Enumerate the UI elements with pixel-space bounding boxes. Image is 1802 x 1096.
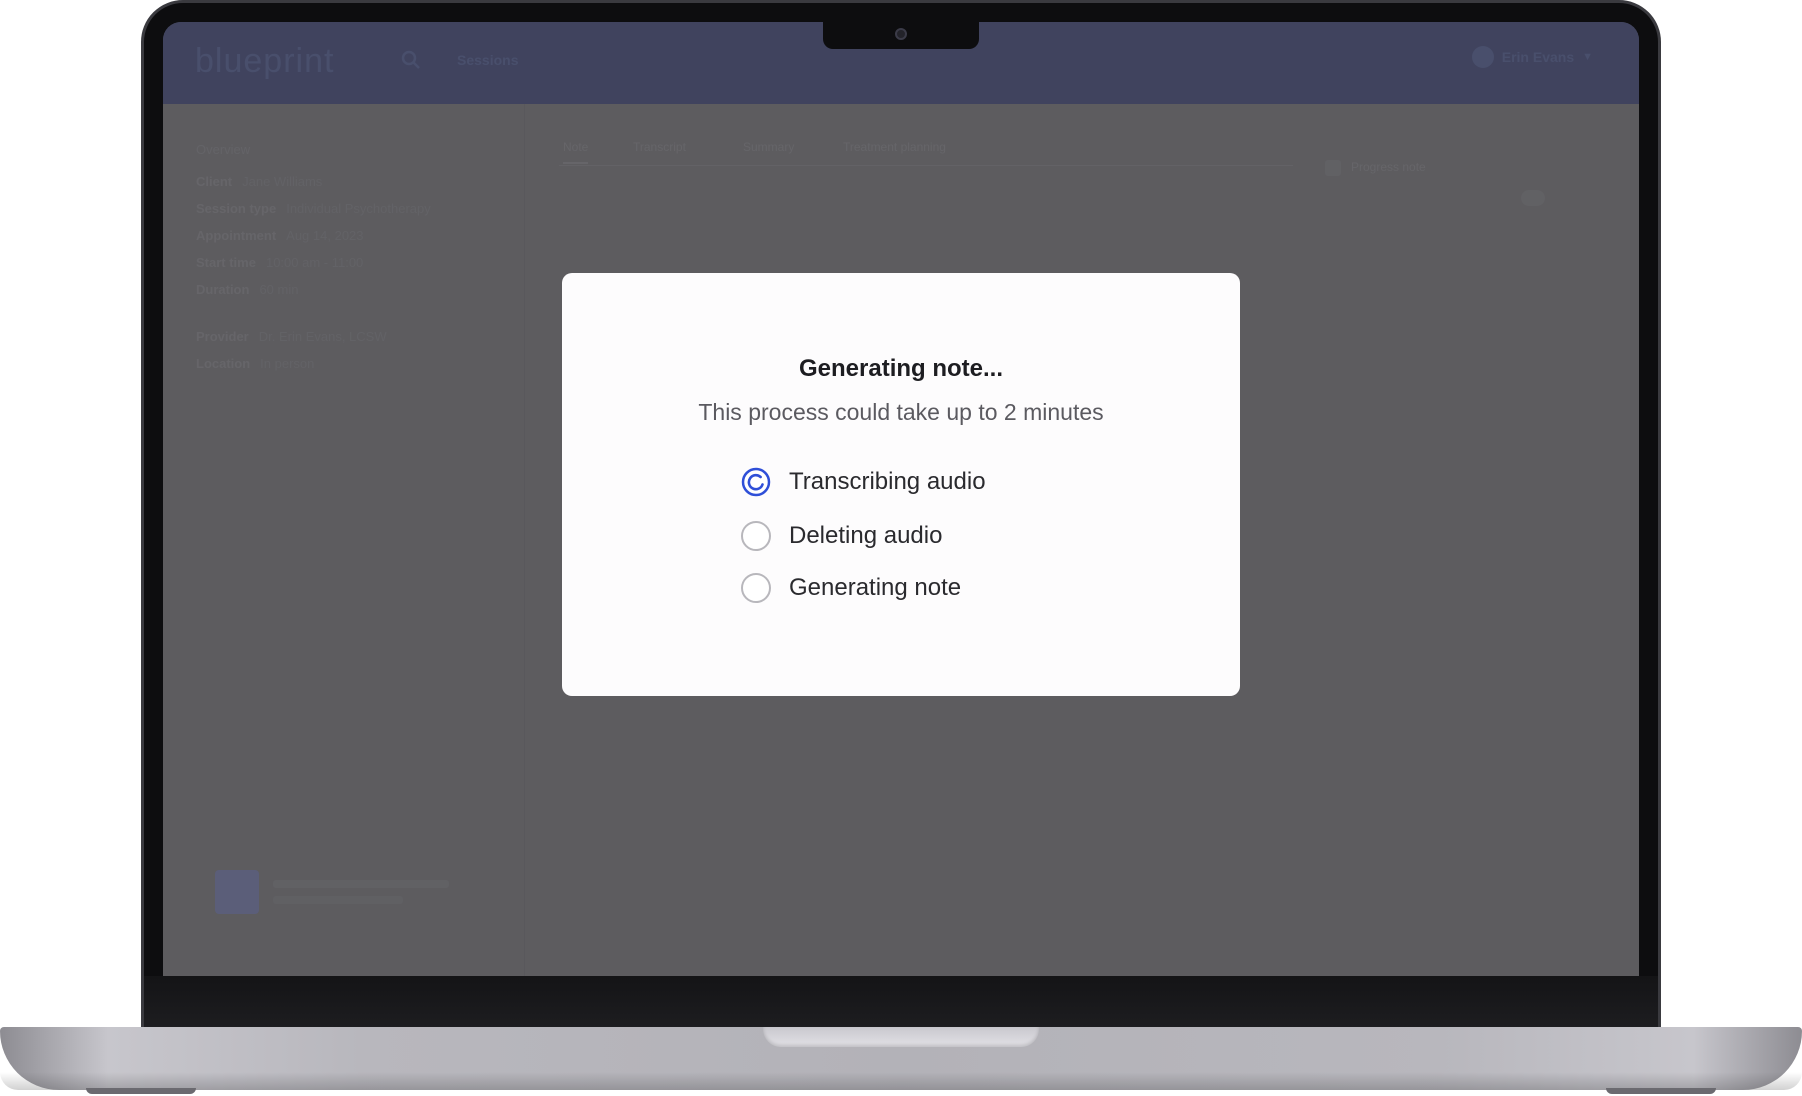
laptop-thumb-notch: [763, 1027, 1039, 1047]
modal-subtitle: This process could take up to 2 minutes: [698, 399, 1104, 425]
camera-icon: [895, 28, 907, 40]
empty-radio-icon: [741, 521, 771, 551]
empty-radio-icon: [741, 573, 771, 603]
step-label: Deleting audio: [789, 522, 943, 549]
modal-title: Generating note...: [798, 355, 1004, 382]
step-label: Generating note: [789, 574, 962, 601]
spinner-icon: [741, 467, 771, 497]
step-label: Transcribing audio: [789, 468, 986, 495]
generating-note-modal: Generating note... This process could ta…: [562, 273, 1240, 696]
step-transcribing-audio: Transcribing audio: [741, 467, 986, 497]
camera-notch: [823, 22, 979, 49]
screen: blueprint Sessions Erin Evans ▼ Overview…: [163, 22, 1639, 976]
laptop-foot: [1606, 1088, 1716, 1094]
laptop-foot: [86, 1088, 196, 1094]
step-deleting-audio: Deleting audio: [741, 521, 942, 551]
step-generating-note: Generating note: [741, 573, 961, 603]
laptop-chin: [144, 976, 1658, 1028]
